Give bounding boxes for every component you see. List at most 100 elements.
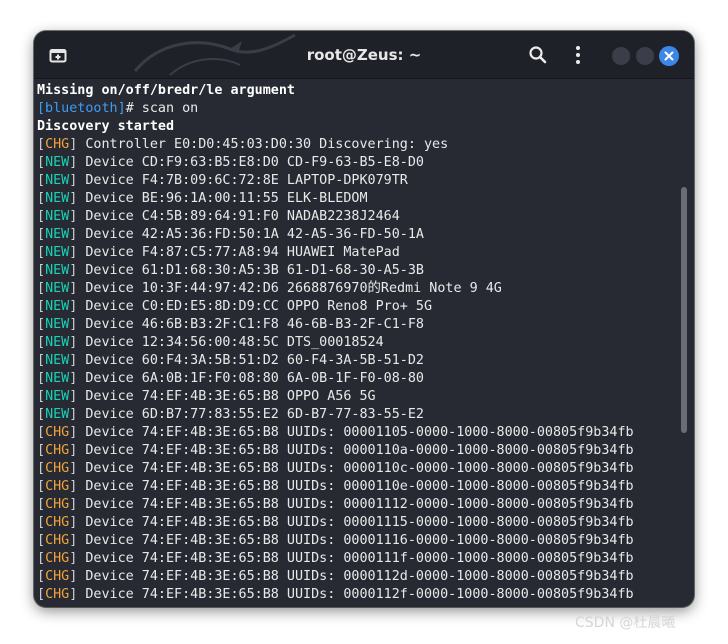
output-text: Discovery started bbox=[37, 119, 175, 134]
device-text: Device 74:EF:4B:3E:65:B8 UUIDs: 0000112f… bbox=[77, 587, 634, 602]
device-text: Device C0:ED:E5:8D:D9:CC OPPO Reno8 Pro+… bbox=[77, 299, 433, 314]
device-text: Device 6D:B7:77:83:55:E2 6D-B7-77-83-55-… bbox=[77, 407, 424, 422]
chg-tag: CHG bbox=[45, 461, 70, 476]
device-text: Device 42:A5:36:FD:50:1A 42-A5-36-FD-50-… bbox=[77, 227, 424, 242]
tag-bracket-open: [ bbox=[37, 533, 46, 548]
tag-bracket-open: [ bbox=[37, 425, 46, 440]
command-text: # scan on bbox=[125, 101, 199, 116]
chg-tag: CHG bbox=[45, 425, 70, 440]
terminal-line: [CHG] Device 74:EF:4B:3E:65:B8 UUIDs: 00… bbox=[37, 424, 678, 442]
terminal-line: [NEW] Device 46:6B:B3:2F:C1:F8 46-6B-B3-… bbox=[37, 316, 678, 334]
close-button[interactable] bbox=[659, 46, 679, 66]
terminal-line: [NEW] Device 6D:B7:77:83:55:E2 6D-B7-77-… bbox=[37, 406, 678, 424]
new-tag: NEW bbox=[45, 263, 70, 278]
terminal-line: [NEW] Device 61:D1:68:30:A5:3B 61-D1-68-… bbox=[37, 262, 678, 280]
menu-button[interactable] bbox=[568, 44, 588, 66]
window-title: root@Zeus: ~ bbox=[306, 46, 422, 64]
terminal-line: [NEW] Device C0:ED:E5:8D:D9:CC OPPO Reno… bbox=[37, 298, 678, 316]
chg-tag: CHG bbox=[45, 479, 70, 494]
new-tag: NEW bbox=[45, 317, 70, 332]
new-tag: NEW bbox=[45, 173, 70, 188]
new-tag: NEW bbox=[45, 281, 70, 296]
terminal-line: [CHG] Device 74:EF:4B:3E:65:B8 UUIDs: 00… bbox=[37, 496, 678, 514]
device-text: Device F4:7B:09:6C:72:8E LAPTOP-DPK079TR bbox=[77, 173, 408, 188]
maximize-button[interactable] bbox=[636, 47, 654, 65]
terminal-line: [NEW] Device BE:96:1A:00:11:55 ELK-BLEDO… bbox=[37, 190, 678, 208]
terminal-window: root@Zeus: ~ Missing on/off/bredr/le arg… bbox=[34, 31, 694, 607]
chg-tag: CHG bbox=[45, 515, 70, 530]
device-text: Device 74:EF:4B:3E:65:B8 OPPO A56 5G bbox=[77, 389, 376, 404]
terminal-line: [NEW] Device 60:F4:3A:5B:51:D2 60-F4-3A-… bbox=[37, 352, 678, 370]
device-text: Device 74:EF:4B:3E:65:B8 UUIDs: 0000110e… bbox=[77, 479, 634, 494]
kebab-menu-icon bbox=[576, 46, 580, 64]
tag-bracket-open: [ bbox=[37, 245, 46, 260]
chg-tag: CHG bbox=[45, 137, 70, 152]
device-text: Device 74:EF:4B:3E:65:B8 UUIDs: 00001112… bbox=[77, 497, 634, 512]
new-tag: NEW bbox=[45, 209, 70, 224]
tag-bracket-open: [ bbox=[37, 479, 46, 494]
new-tab-button[interactable] bbox=[47, 44, 69, 66]
chg-tag: CHG bbox=[45, 533, 70, 548]
chg-tag: CHG bbox=[45, 497, 70, 512]
device-text: Device 74:EF:4B:3E:65:B8 UUIDs: 00001116… bbox=[77, 533, 634, 548]
terminal-line: [NEW] Device 42:A5:36:FD:50:1A 42-A5-36-… bbox=[37, 226, 678, 244]
terminal-line: [CHG] Device 74:EF:4B:3E:65:B8 UUIDs: 00… bbox=[37, 550, 678, 568]
shell-prompt: [bluetooth] bbox=[37, 101, 126, 116]
terminal-line: [CHG] Device 74:EF:4B:3E:65:B8 UUIDs: 00… bbox=[37, 532, 678, 550]
new-tag: NEW bbox=[45, 353, 70, 368]
close-icon bbox=[664, 51, 674, 61]
device-text: Device 74:EF:4B:3E:65:B8 UUIDs: 0000112d… bbox=[77, 569, 634, 584]
terminal-line: [CHG] Device 74:EF:4B:3E:65:B8 UUIDs: 00… bbox=[37, 442, 678, 460]
tag-bracket-open: [ bbox=[37, 551, 46, 566]
device-text: Device 60:F4:3A:5B:51:D2 60-F4-3A-5B-51-… bbox=[77, 353, 424, 368]
title-bar[interactable]: root@Zeus: ~ bbox=[34, 31, 694, 79]
terminal-output[interactable]: Missing on/off/bredr/le argument [bluetoo… bbox=[34, 80, 678, 607]
new-tag: NEW bbox=[45, 227, 70, 242]
search-button[interactable] bbox=[528, 45, 548, 65]
tag-bracket-open: [ bbox=[37, 335, 46, 350]
new-tag: NEW bbox=[45, 407, 70, 422]
tag-bracket-open: [ bbox=[37, 407, 46, 422]
terminal-line: [CHG] Device 74:EF:4B:3E:65:B8 UUIDs: 00… bbox=[37, 460, 678, 478]
new-tag: NEW bbox=[45, 335, 70, 350]
device-text: Device 46:6B:B3:2F:C1:F8 46-6B-B3-2F-C1-… bbox=[77, 317, 424, 332]
device-text: Controller E0:D0:45:03:D0:30 Discovering… bbox=[77, 137, 449, 152]
terminal-line: [NEW] Device CD:F9:63:B5:E8:D0 CD-F9-63-… bbox=[37, 154, 678, 172]
tag-bracket-open: [ bbox=[37, 281, 46, 296]
tag-bracket-open: [ bbox=[37, 587, 46, 602]
terminal-line: [bluetooth]# scan on bbox=[37, 100, 678, 118]
terminal-line: [CHG] Device 74:EF:4B:3E:65:B8 UUIDs: 00… bbox=[37, 568, 678, 586]
tag-bracket-open: [ bbox=[37, 497, 46, 512]
minimize-button[interactable] bbox=[612, 47, 630, 65]
tag-bracket-open: [ bbox=[37, 389, 46, 404]
tag-bracket-open: [ bbox=[37, 209, 46, 224]
tag-bracket-open: [ bbox=[37, 515, 46, 530]
terminal-scrollbar[interactable] bbox=[681, 187, 687, 433]
device-text: Device 74:EF:4B:3E:65:B8 UUIDs: 0000110c… bbox=[77, 461, 634, 476]
device-text: Device 74:EF:4B:3E:65:B8 UUIDs: 0000110a… bbox=[77, 443, 634, 458]
tag-bracket-open: [ bbox=[37, 317, 46, 332]
csdn-watermark: CSDN @杜晨曦 bbox=[575, 615, 676, 631]
terminal-line: Discovery started bbox=[37, 118, 678, 136]
new-tag: NEW bbox=[45, 191, 70, 206]
chg-tag: CHG bbox=[45, 443, 70, 458]
chg-tag: CHG bbox=[45, 569, 70, 584]
new-tag: NEW bbox=[45, 389, 70, 404]
tag-bracket-open: [ bbox=[37, 353, 46, 368]
new-tag: NEW bbox=[45, 245, 70, 260]
tag-bracket-open: [ bbox=[37, 461, 46, 476]
new-tag: NEW bbox=[45, 371, 70, 386]
terminal-line: [NEW] Device 6A:0B:1F:F0:08:80 6A-0B-1F-… bbox=[37, 370, 678, 388]
device-text: Device BE:96:1A:00:11:55 ELK-BLEDOM bbox=[77, 191, 368, 206]
tag-bracket-open: [ bbox=[37, 299, 46, 314]
tag-bracket-open: [ bbox=[37, 191, 46, 206]
tag-bracket-open: [ bbox=[37, 137, 46, 152]
search-icon bbox=[529, 46, 547, 64]
output-text: Missing on/off/bredr/le argument bbox=[37, 83, 295, 98]
new-tab-icon bbox=[49, 49, 67, 63]
device-text: Device 6A:0B:1F:F0:08:80 6A-0B-1F-F0-08-… bbox=[77, 371, 424, 386]
terminal-line: [CHG] Device 74:EF:4B:3E:65:B8 UUIDs: 00… bbox=[37, 478, 678, 496]
terminal-line: [CHG] Device 74:EF:4B:3E:65:B8 UUIDs: 00… bbox=[37, 514, 678, 532]
tag-bracket-open: [ bbox=[37, 173, 46, 188]
device-text: Device 74:EF:4B:3E:65:B8 UUIDs: 00001115… bbox=[77, 515, 634, 530]
